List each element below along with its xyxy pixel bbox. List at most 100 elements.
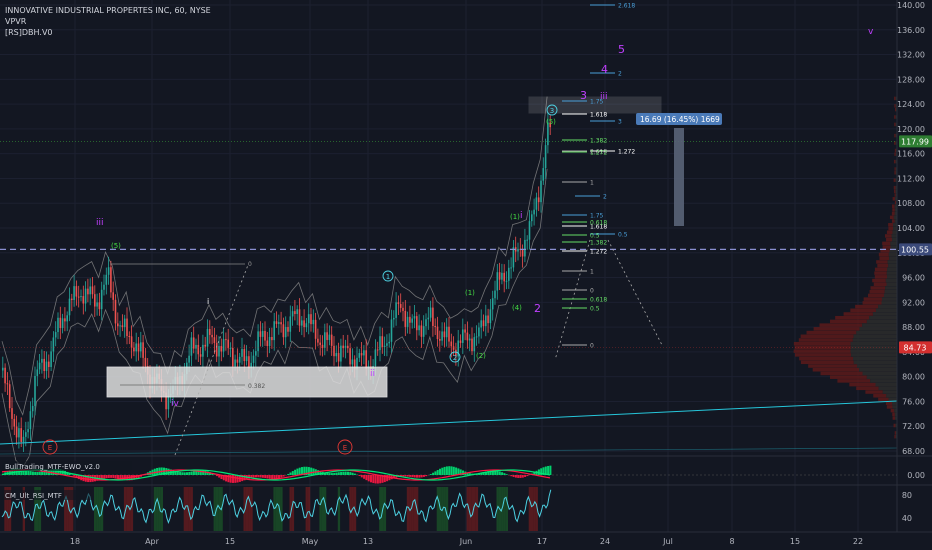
- candle-body: [480, 320, 482, 328]
- candle-body: [144, 357, 147, 367]
- volume-bar-down: [806, 330, 857, 335]
- price-chart[interactable]: 0.382016.69 (16.45%) 16692.61821.75321.7…: [0, 0, 932, 550]
- ewo-bar: [36, 472, 39, 475]
- candle-body: [363, 350, 365, 356]
- y-tick-label: 120.00: [897, 125, 925, 134]
- fib-label: 2: [603, 194, 607, 201]
- ewo-bar: [521, 475, 524, 478]
- candle-body: [531, 214, 533, 222]
- candle-body: [220, 346, 223, 352]
- candle-body: [464, 329, 466, 333]
- ewo-bar: [38, 471, 41, 475]
- volume-bar-up: [885, 286, 897, 290]
- ewo-bar: [186, 472, 188, 475]
- volume-bar-down: [882, 245, 891, 249]
- fib-label: 0.618: [590, 297, 607, 304]
- rsi-bg-bar: [337, 487, 341, 531]
- wave-label-5: 5: [618, 43, 625, 56]
- volume-bar-up: [886, 394, 897, 398]
- volume-bar-down: [865, 390, 883, 394]
- candle-body: [294, 311, 296, 314]
- rsi-bg-bar: [307, 487, 311, 531]
- candle-body: [358, 353, 361, 358]
- candle-body: [268, 337, 271, 347]
- price-axis[interactable]: 140.00 136.00 132.00 128.00 124.00 120.00 116.…: [896, 0, 932, 532]
- rsi-bg-bar: [248, 487, 251, 531]
- wave-label-1-paren: (1): [465, 289, 475, 297]
- candle-body: [379, 336, 381, 351]
- ewo-bar: [257, 475, 260, 478]
- y-tick-label: 72.00: [902, 422, 925, 431]
- measure-bar: [674, 128, 684, 226]
- wave-label-v: v: [868, 27, 874, 37]
- candle-body: [213, 337, 216, 343]
- candle-body: [540, 180, 542, 203]
- candle-body: [243, 348, 246, 362]
- ewo-bar: [409, 475, 412, 477]
- volume-bar-up: [881, 297, 897, 301]
- candle-body: [199, 354, 202, 357]
- volume-bar-up: [862, 371, 897, 376]
- candle-body: [25, 432, 27, 437]
- volume-bar-up: [850, 341, 897, 346]
- volume-bar-down: [894, 148, 897, 153]
- time-axis[interactable]: 18 Apr 15 May 13 Jun 17 24 Jul 8 15 22: [0, 531, 932, 546]
- price-badge-label: 84.73: [904, 343, 927, 352]
- wave-label-iv: iv: [171, 399, 180, 409]
- volume-bar-down: [888, 223, 894, 227]
- ewo-bar: [418, 475, 421, 478]
- volume-bar-down: [843, 312, 873, 316]
- rsi-bg-bar: [190, 487, 193, 531]
- ewo-bar: [335, 472, 338, 475]
- wave-label-iii-b: iii: [600, 92, 608, 102]
- indicator-vpvr-label[interactable]: VPVR: [5, 17, 26, 26]
- volume-bar-down: [800, 334, 854, 339]
- volume-bar-up: [875, 382, 897, 387]
- price-badge-label: 100.55: [901, 245, 929, 254]
- volume-bar-up: [886, 271, 897, 275]
- x-tick-label: Apr: [145, 537, 160, 546]
- volume-bar-down: [894, 104, 896, 108]
- rsi-bg-bar: [411, 487, 414, 531]
- volume-bar-down: [892, 208, 895, 212]
- candle-body: [360, 353, 363, 356]
- volume-bar-up: [853, 334, 897, 339]
- volume-bar-down: [872, 278, 886, 283]
- volume-bar-up: [888, 263, 897, 268]
- candle-body: [190, 337, 193, 356]
- ewo-bar: [234, 475, 237, 483]
- candle-body: [485, 315, 487, 327]
- volume-bar-down: [830, 319, 867, 324]
- ewo-bar: [360, 475, 363, 478]
- volume-bar-up: [866, 375, 897, 379]
- candle-body: [319, 342, 321, 345]
- y-tick-label: 88.00: [902, 323, 925, 332]
- candle-body: [528, 221, 531, 240]
- candle-body: [94, 294, 96, 307]
- ewo-bar: [89, 475, 92, 483]
- ewo-bar: [107, 475, 110, 478]
- candle-body: [406, 316, 409, 327]
- volume-bar-up: [850, 349, 897, 353]
- candle-body: [13, 418, 16, 427]
- fib-label: 0.5: [618, 232, 628, 239]
- indicator-dbh-label[interactable]: [RS]DBH.V0: [5, 28, 53, 37]
- ewo-bar: [358, 475, 361, 476]
- ewo-bar: [296, 468, 299, 475]
- volume-bar-up: [885, 278, 897, 283]
- volume-bar-down: [869, 289, 885, 294]
- y-tick-label: 140.00: [897, 1, 925, 10]
- candle-body: [535, 197, 538, 210]
- candle-body: [6, 383, 9, 385]
- ewo-bar: [105, 475, 108, 479]
- candle-body: [413, 316, 416, 319]
- volume-bar-down: [837, 379, 871, 383]
- candle-body: [31, 405, 34, 412]
- candle-body: [349, 348, 351, 365]
- candle-body: [388, 341, 390, 344]
- volume-bar-up: [889, 256, 897, 260]
- symbol-title: INNOVATIVE INDUSTRIAL PROPERTES INC, 60,…: [5, 6, 211, 15]
- ewo-bar: [282, 475, 285, 477]
- y-tick-label: 128.00: [897, 75, 925, 84]
- rsi-bg-bar: [321, 487, 324, 531]
